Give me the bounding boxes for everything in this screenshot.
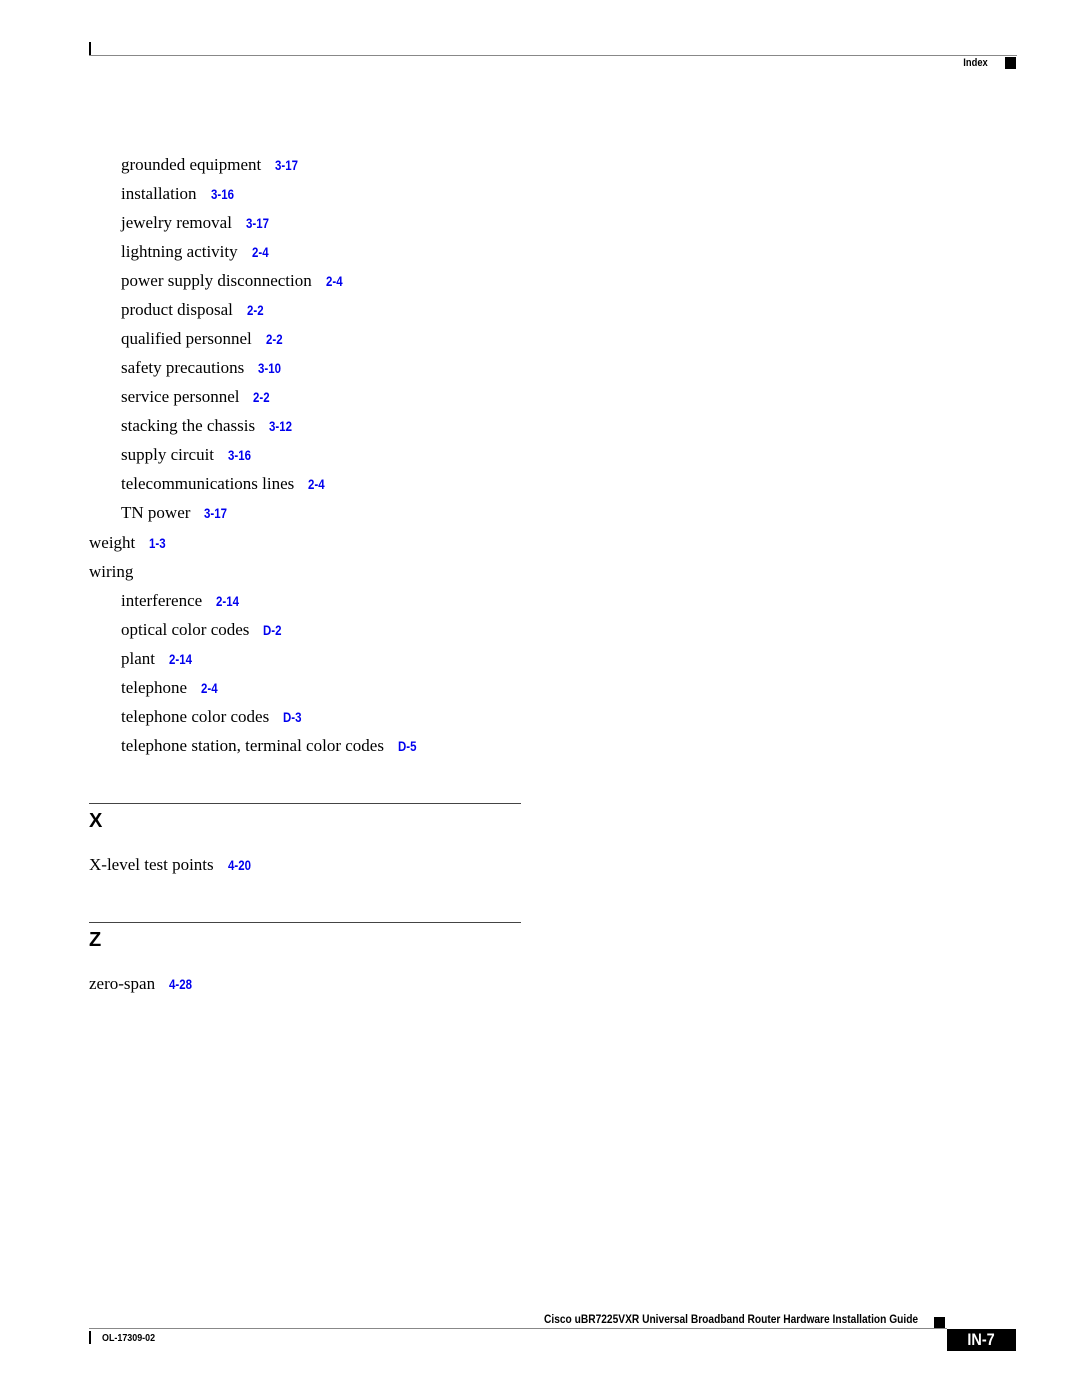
index-entry: supply circuit 3-16 bbox=[121, 445, 255, 466]
index-term: grounded equipment bbox=[121, 155, 262, 174]
section-heading-z: Z bbox=[89, 929, 102, 951]
index-term: optical color codes bbox=[121, 620, 250, 639]
page-link[interactable]: 2-2 bbox=[253, 388, 270, 408]
page-link[interactable]: 4-20 bbox=[228, 856, 251, 876]
index-entry: product disposal 2-2 bbox=[121, 300, 266, 321]
page-link[interactable]: 3-16 bbox=[211, 185, 234, 205]
page-link[interactable]: D-5 bbox=[398, 737, 417, 757]
header-bar-mark bbox=[89, 42, 91, 56]
page-link[interactable]: 3-12 bbox=[269, 417, 292, 437]
section-heading-x: X bbox=[89, 810, 103, 832]
header-rule bbox=[89, 55, 1017, 56]
index-term: power supply disconnection bbox=[121, 271, 312, 290]
index-term: interference bbox=[121, 591, 203, 610]
index-entry: interference 2-14 bbox=[121, 591, 243, 612]
index-entry: installation 3-16 bbox=[121, 184, 238, 205]
footer-bar-mark bbox=[89, 1331, 91, 1344]
page-link[interactable]: 3-16 bbox=[228, 446, 251, 466]
page-link[interactable]: 1-3 bbox=[149, 534, 166, 554]
index-entry: optical color codes D-2 bbox=[121, 620, 285, 641]
index-entry: lightning activity 2-4 bbox=[121, 242, 271, 263]
index-term: plant bbox=[121, 649, 155, 668]
page-link[interactable]: D-2 bbox=[263, 621, 282, 641]
page-link[interactable]: 3-17 bbox=[275, 156, 298, 176]
index-entry: power supply disconnection 2-4 bbox=[121, 271, 345, 292]
page-link[interactable]: D-3 bbox=[283, 708, 302, 728]
index-term: safety precautions bbox=[121, 358, 245, 377]
index-term: telephone bbox=[121, 678, 188, 697]
footer-doc-id: OL-17309-02 bbox=[102, 1332, 156, 1344]
footer-block-mark bbox=[934, 1317, 945, 1328]
page-link[interactable]: 3-10 bbox=[258, 359, 281, 379]
page-link[interactable]: 2-2 bbox=[266, 330, 283, 350]
page-link[interactable]: 2-2 bbox=[247, 301, 264, 321]
index-term: installation bbox=[121, 184, 197, 203]
index-term: telecommunications lines bbox=[121, 474, 295, 493]
index-term: stacking the chassis bbox=[121, 416, 256, 435]
section-rule-z bbox=[89, 922, 521, 923]
index-term: qualified personnel bbox=[121, 329, 252, 348]
index-entry: telephone color codes D-3 bbox=[121, 707, 305, 728]
page-link[interactable]: 2-14 bbox=[169, 650, 192, 670]
page-link[interactable]: 3-17 bbox=[246, 214, 269, 234]
index-term: telephone station, terminal color codes bbox=[121, 736, 384, 755]
footer-rule bbox=[89, 1328, 947, 1329]
index-entry: plant 2-14 bbox=[121, 649, 196, 670]
index-term: telephone color codes bbox=[121, 707, 270, 726]
index-term: wiring bbox=[89, 562, 134, 581]
section-rule-x bbox=[89, 803, 521, 804]
page-link[interactable]: 2-4 bbox=[201, 679, 218, 699]
page-link[interactable]: 2-14 bbox=[216, 592, 239, 612]
index-entry: jewelry removal 3-17 bbox=[121, 213, 273, 234]
index-term: product disposal bbox=[121, 300, 233, 319]
index-entry: safety precautions 3-10 bbox=[121, 358, 285, 379]
header-block-mark bbox=[1005, 57, 1016, 69]
index-entry: telephone 2-4 bbox=[121, 678, 221, 699]
index-entry: service personnel 2-2 bbox=[121, 387, 273, 408]
footer-guide-title: Cisco uBR7225VXR Universal Broadband Rou… bbox=[543, 1312, 918, 1326]
index-term: zero-span bbox=[89, 974, 156, 993]
index-term: lightning activity bbox=[121, 242, 238, 261]
page-link[interactable]: 3-17 bbox=[204, 504, 227, 524]
index-entry: stacking the chassis 3-12 bbox=[121, 416, 296, 437]
footer-page-number: IN-7 bbox=[947, 1329, 1016, 1351]
page-link[interactable]: 2-4 bbox=[326, 272, 343, 292]
page-link[interactable]: 4-28 bbox=[169, 975, 192, 995]
index-entry: qualified personnel 2-2 bbox=[121, 329, 285, 350]
index-term: service personnel bbox=[121, 387, 240, 406]
index-term: weight bbox=[89, 533, 136, 552]
index-entry: telecommunications lines 2-4 bbox=[121, 474, 328, 495]
page-number-text: IN-7 bbox=[967, 1330, 996, 1349]
index-term: TN power bbox=[121, 503, 191, 522]
index-entry: weight 1-3 bbox=[89, 533, 169, 554]
index-entry: telephone station, terminal color codes D… bbox=[121, 736, 420, 757]
index-entry: X-level test points 4-20 bbox=[89, 855, 255, 876]
index-entry: TN power 3-17 bbox=[121, 503, 231, 524]
index-entry: wiring bbox=[89, 562, 133, 582]
index-term: X-level test points bbox=[89, 855, 214, 874]
index-term: supply circuit bbox=[121, 445, 215, 464]
page-link[interactable]: 2-4 bbox=[308, 475, 325, 495]
page-link[interactable]: 2-4 bbox=[252, 243, 269, 263]
index-term: jewelry removal bbox=[121, 213, 232, 232]
index-entry: grounded equipment 3-17 bbox=[121, 155, 302, 176]
index-entry: zero-span 4-28 bbox=[89, 974, 196, 995]
header-section-label: Index bbox=[963, 57, 988, 69]
